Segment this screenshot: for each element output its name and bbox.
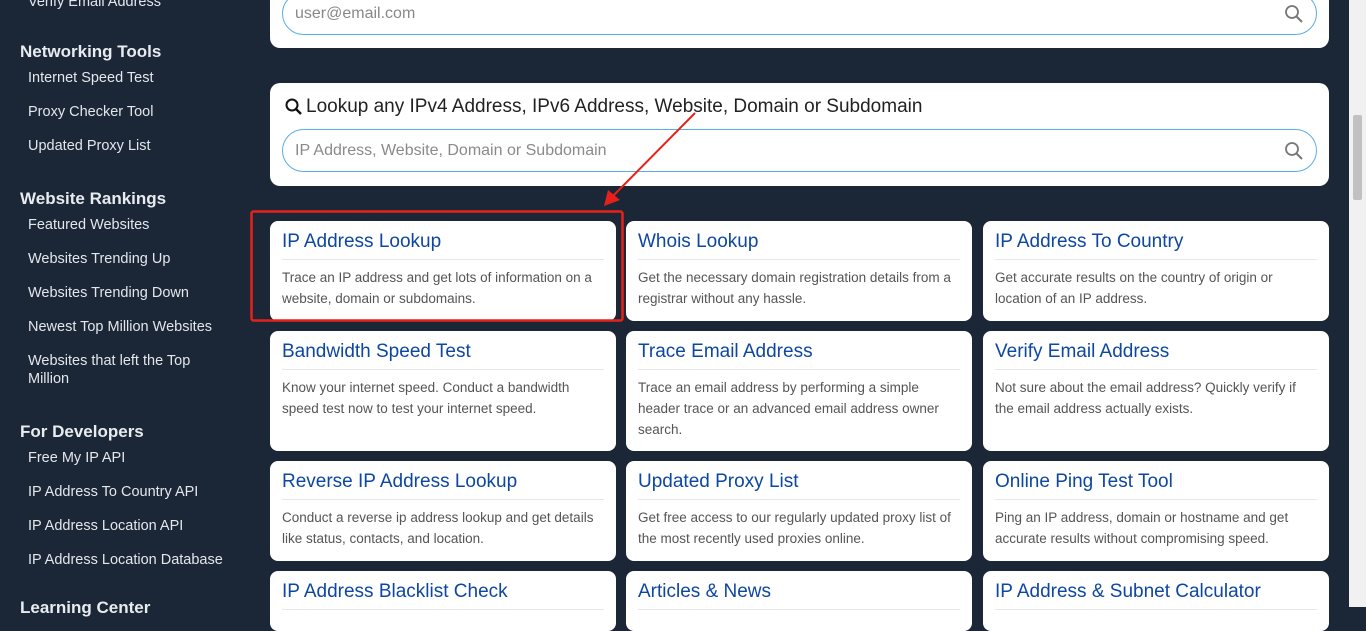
annotation-overlay: [250, 112, 696, 322]
annotation-arrow: [611, 112, 696, 198]
scrollbar-thumb[interactable]: [1353, 115, 1362, 200]
highlight-box: [250, 210, 624, 322]
scrollbar[interactable]: [1349, 0, 1366, 607]
